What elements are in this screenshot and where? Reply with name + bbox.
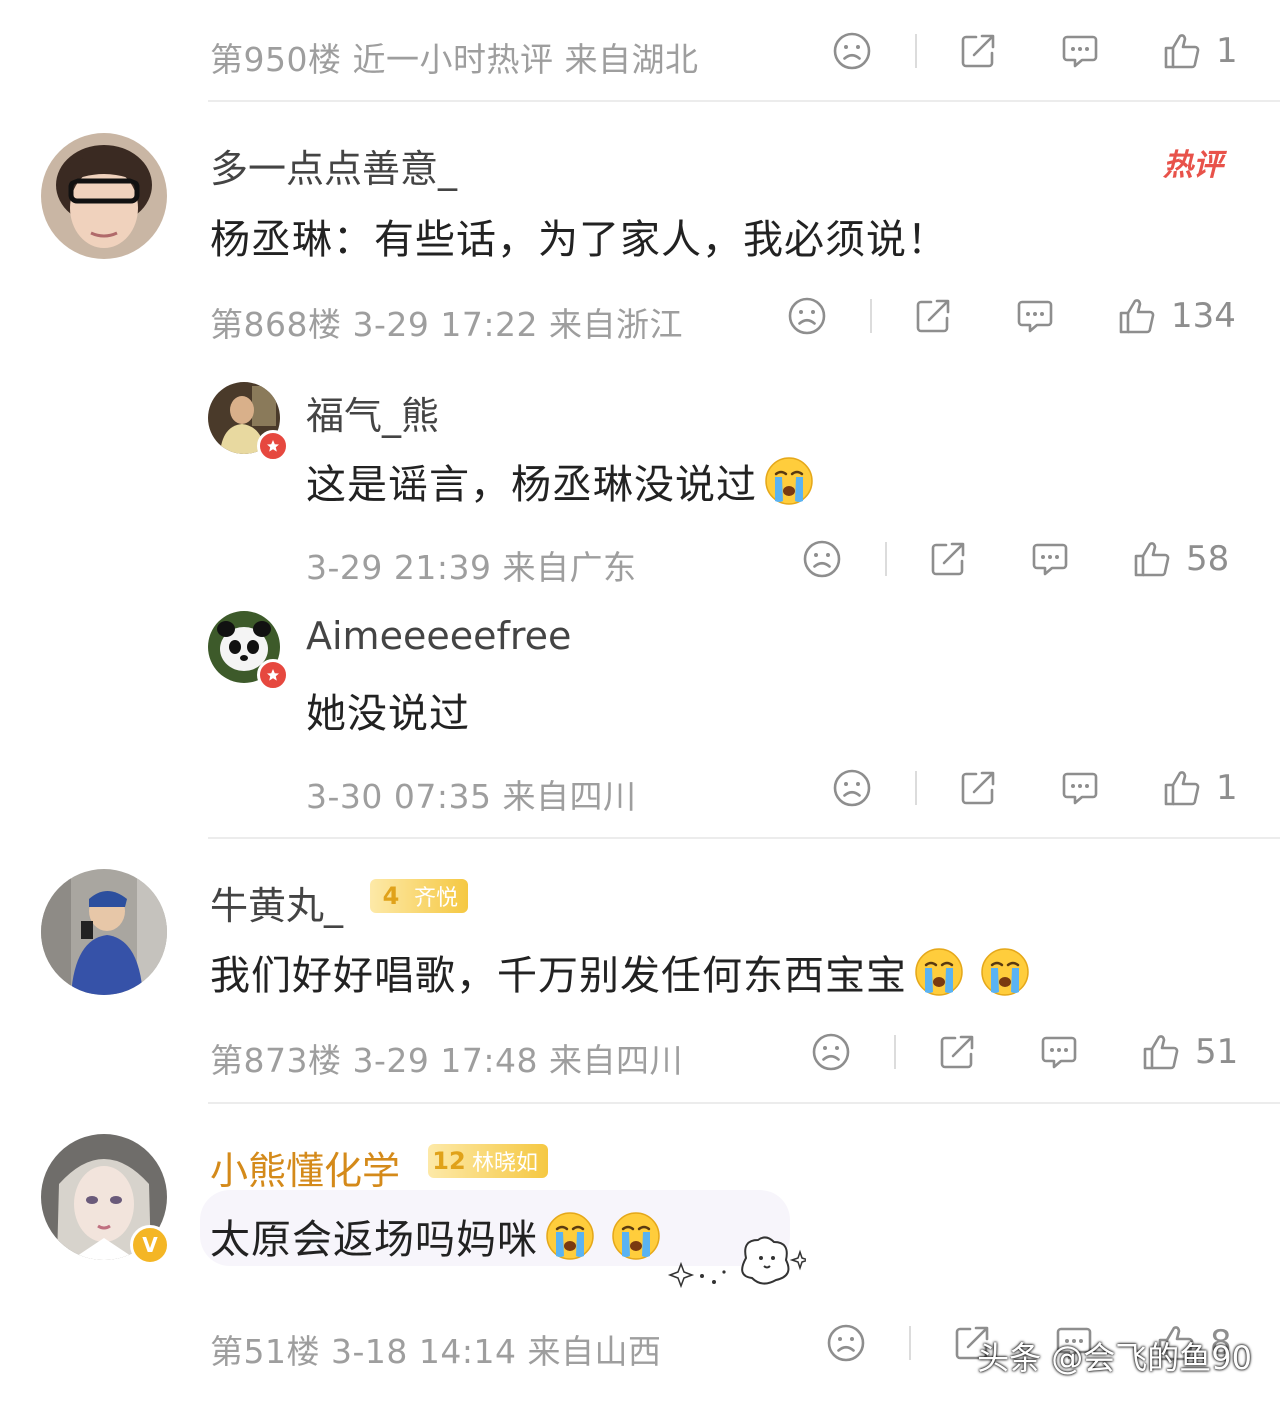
comment-text: 这是谣言，杨丞琳没说过 [306,452,815,510]
divider [208,100,1280,102]
dislike-button[interactable] [832,768,872,808]
verified-icon: V [130,1225,170,1265]
loudly-crying-emoji [979,946,1031,998]
badge-label: 齐悦 [414,886,459,911]
username[interactable]: 牛黄丸_ [210,875,343,930]
comment-text: 我们好好唱歌，千万别发任何东西宝宝 [210,943,1031,1001]
like-count: 134 [1171,296,1236,336]
thumbs-up-icon [1141,1032,1181,1072]
comment-text-body: 这是谣言，杨丞琳没说过 [306,462,757,508]
dislike-button[interactable] [802,539,842,579]
action-separator [885,542,887,576]
username[interactable]: Aimeeeeefree [306,614,571,658]
badge-label: 林晓如 [472,1151,539,1176]
dislike-button[interactable] [832,31,872,71]
action-separator [909,1326,911,1360]
comment-icon [1060,768,1100,808]
action-separator [870,299,872,333]
rank-badge-icon [257,659,289,691]
username[interactable]: 多一点点善意_ [210,138,457,193]
divider [208,1102,1280,1104]
comment-icon [1015,296,1055,336]
comment-icon [1039,1032,1079,1072]
sad-face-icon [802,539,842,579]
thumbs-up-icon [1162,31,1202,71]
bear-sticker-decoration [667,1236,806,1289]
username[interactable]: 小熊懂化学 [210,1140,400,1195]
sad-face-icon [832,31,872,71]
reply-button[interactable] [1060,768,1100,808]
reply-button[interactable] [1015,296,1055,336]
reply-button[interactable] [1060,31,1100,71]
level-number: 12 [432,1147,466,1175]
sad-face-icon [826,1323,866,1363]
share-icon [958,31,998,71]
loudly-crying-emoji [763,455,815,507]
comment-text: 杨丞琳：有些话，为了家人，我必须说！ [210,217,948,263]
thumbs-up-icon [1162,768,1202,808]
comment-meta: 第950楼 近一小时热评 来自湖北 [210,40,699,79]
like-button[interactable]: 58 [1132,539,1229,579]
comment-meta: 第51楼 3-18 14:14 来自山西 [210,1332,662,1371]
fan-level-badge[interactable]: 12 林晓如 [428,1144,549,1178]
level-number: 4 [382,882,400,910]
comment-text: 太原会返场吗妈咪 [210,1207,662,1265]
comment-meta: 3-29 21:39 来自广东 [306,548,637,587]
comment-text: 她没说过 [306,691,470,737]
reply-button[interactable] [1030,539,1070,579]
comment-text-body: 我们好好唱歌，千万别发任何东西宝宝 [210,953,907,999]
share-button[interactable] [958,768,998,808]
comment-icon [1060,31,1100,71]
hot-comment-badge: 热评 [1163,148,1223,183]
share-icon [958,768,998,808]
like-count: 51 [1195,1032,1239,1072]
share-button[interactable] [928,539,968,579]
avatar[interactable] [41,869,167,995]
username[interactable]: 福气_熊 [306,385,439,440]
dislike-button[interactable] [826,1323,866,1363]
fan-level-badge[interactable]: 4 齐悦 [370,879,469,913]
like-button[interactable]: 134 [1117,296,1236,336]
sad-face-icon [787,296,827,336]
action-separator [915,34,917,68]
thumbs-up-icon [1132,539,1172,579]
comment-meta: 第868楼 3-29 17:22 来自浙江 [210,305,683,344]
sad-face-icon [811,1032,851,1072]
share-button[interactable] [913,296,953,336]
reply-button[interactable] [1039,1032,1079,1072]
comment-meta: 3-30 07:35 来自四川 [306,777,637,816]
like-count: 58 [1186,539,1230,579]
like-button[interactable]: 1 [1162,768,1238,808]
share-icon [928,539,968,579]
share-button[interactable] [937,1032,977,1072]
sad-face-icon [832,768,872,808]
dislike-button[interactable] [787,296,827,336]
like-button[interactable]: 51 [1141,1032,1238,1072]
dislike-button[interactable] [811,1032,851,1072]
watermark-text: 头条 @会飞的鱼90 [977,1339,1252,1377]
like-count: 1 [1216,31,1238,71]
comment-icon [1030,539,1070,579]
avatar[interactable] [41,133,167,259]
like-count: 1 [1216,768,1238,808]
comment-text-body: 太原会返场吗妈咪 [210,1217,538,1263]
action-separator [915,771,917,805]
share-button[interactable] [958,31,998,71]
like-button[interactable]: 1 [1162,31,1238,71]
divider [208,837,1280,839]
action-separator [894,1035,896,1069]
loudly-crying-emoji [610,1210,662,1262]
share-icon [937,1032,977,1072]
loudly-crying-emoji [913,946,965,998]
share-icon [913,296,953,336]
loudly-crying-emoji [544,1210,596,1262]
thumbs-up-icon [1117,296,1157,336]
rank-badge-icon [257,430,289,462]
comment-meta: 第873楼 3-29 17:48 来自四川 [210,1041,683,1080]
